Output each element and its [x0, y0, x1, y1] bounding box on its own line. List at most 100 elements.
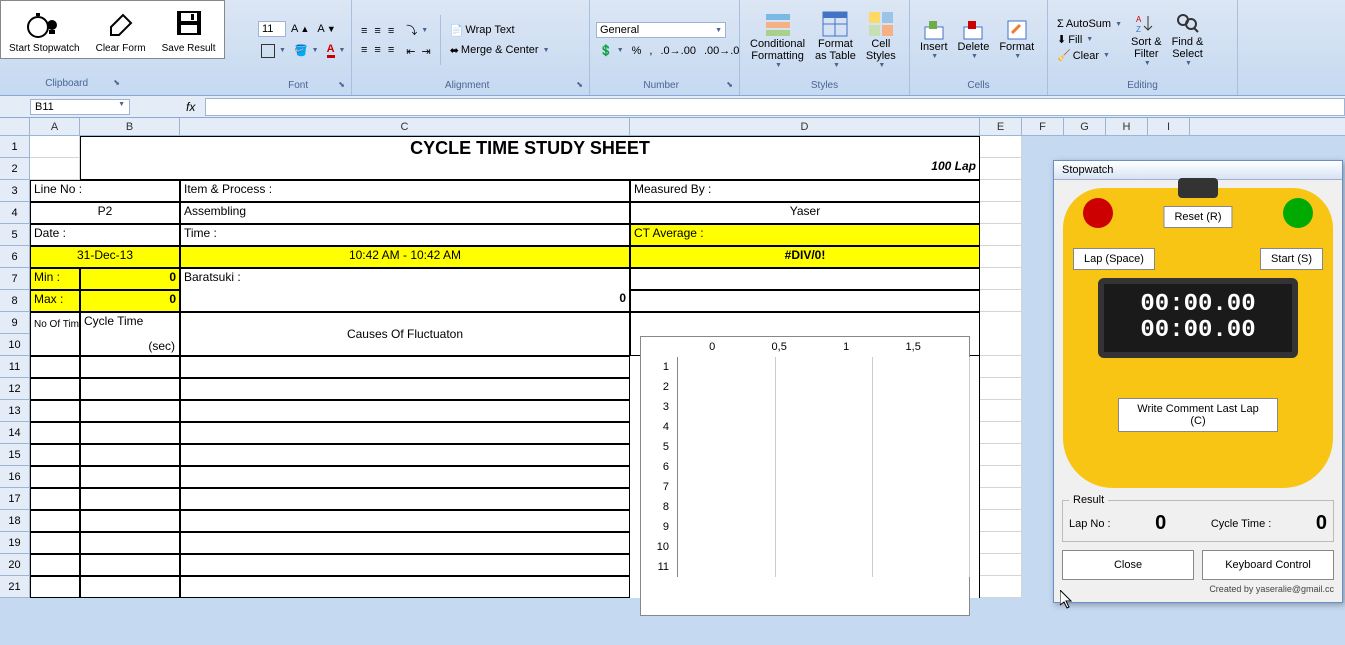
row-header[interactable]: 10 [0, 334, 30, 356]
data-cell[interactable] [80, 400, 180, 422]
name-box[interactable]: B11▼ [30, 99, 130, 115]
format-as-table-button[interactable]: Format as Table▼ [811, 8, 860, 72]
data-cell[interactable] [80, 554, 180, 576]
data-cell[interactable] [30, 576, 80, 598]
font-dialog-launcher[interactable]: ⬊ [338, 80, 345, 89]
data-cell[interactable] [80, 576, 180, 598]
reset-button[interactable]: Reset (R) [1163, 206, 1232, 228]
select-all-corner[interactable] [0, 118, 30, 135]
data-cell[interactable] [180, 378, 630, 400]
date-value[interactable]: 31-Dec-13 [30, 246, 180, 268]
data-cell[interactable] [180, 554, 630, 576]
data-cell[interactable] [980, 488, 1022, 510]
column-header[interactable]: E [980, 118, 1022, 135]
sort-filter-button[interactable]: AZ Sort & Filter▼ [1127, 10, 1166, 70]
comma-format-button[interactable]: , [646, 43, 655, 58]
column-header[interactable]: A [30, 118, 80, 135]
merge-center-button[interactable]: ⬌ Merge & Center▼ [447, 43, 553, 58]
data-cell[interactable] [980, 378, 1022, 400]
start-button[interactable]: Start (S) [1260, 248, 1323, 270]
row-header[interactable]: 14 [0, 422, 30, 444]
row-header[interactable]: 3 [0, 180, 30, 202]
conditional-formatting-button[interactable]: Conditional Formatting▼ [746, 8, 809, 72]
row-header[interactable]: 8 [0, 290, 30, 312]
write-comment-button[interactable]: Write Comment Last Lap (C) [1118, 398, 1278, 432]
data-cell[interactable] [80, 356, 180, 378]
data-cell[interactable] [30, 444, 80, 466]
data-cell[interactable] [30, 554, 80, 576]
row-header[interactable]: 1 [0, 136, 30, 158]
align-middle-button[interactable]: ≡ [371, 24, 383, 38]
column-header[interactable]: F [1022, 118, 1064, 135]
column-header[interactable]: D [630, 118, 980, 135]
column-header[interactable]: H [1106, 118, 1148, 135]
format-cells-button[interactable]: Format▼ [995, 17, 1038, 63]
formula-input[interactable] [205, 98, 1345, 116]
align-top-button[interactable]: ≡ [358, 24, 370, 38]
lap-button[interactable]: Lap (Space) [1073, 248, 1155, 270]
data-cell[interactable] [180, 488, 630, 510]
column-header[interactable]: C [180, 118, 630, 135]
data-cell[interactable] [180, 422, 630, 444]
clear-button[interactable]: 🧹 Clear▼ [1054, 48, 1125, 63]
worksheet[interactable]: CYCLE TIME STUDY SHEET 100 Lap Line No :… [30, 136, 1022, 598]
data-cell[interactable] [180, 510, 630, 532]
clipboard-dialog-launcher[interactable]: ⬊ [113, 78, 120, 87]
number-format-select[interactable]: General▼ [596, 22, 726, 38]
decrease-font-button[interactable]: A▼ [314, 21, 338, 37]
data-cell[interactable] [180, 576, 630, 598]
embedded-chart[interactable]: 00,511,5 1234567891011 [640, 336, 970, 616]
row-header[interactable]: 21 [0, 576, 30, 598]
data-cell[interactable] [30, 378, 80, 400]
data-cell[interactable] [30, 400, 80, 422]
row-header[interactable]: 2 [0, 158, 30, 180]
row-header[interactable]: 11 [0, 356, 30, 378]
borders-button[interactable]: ▼ [258, 42, 289, 59]
row-header[interactable]: 4 [0, 202, 30, 224]
start-stopwatch-button[interactable]: Start Stopwatch [1, 1, 88, 58]
data-cell[interactable] [80, 422, 180, 444]
font-size-input[interactable]: 11 [258, 21, 286, 37]
cell-styles-button[interactable]: Cell Styles▼ [862, 8, 900, 72]
data-cell[interactable] [980, 422, 1022, 444]
column-header[interactable]: G [1064, 118, 1106, 135]
autosum-button[interactable]: Σ AutoSum▼ [1054, 17, 1125, 31]
data-cell[interactable] [980, 400, 1022, 422]
data-cell[interactable] [80, 378, 180, 400]
data-cell[interactable] [30, 466, 80, 488]
clear-form-button[interactable]: Clear Form [88, 1, 154, 58]
row-header[interactable]: 18 [0, 510, 30, 532]
row-header[interactable]: 13 [0, 400, 30, 422]
wrap-text-button[interactable]: 📄 Wrap Text [447, 23, 553, 38]
row-header[interactable]: 7 [0, 268, 30, 290]
data-cell[interactable] [30, 510, 80, 532]
data-cell[interactable] [980, 466, 1022, 488]
fill-button[interactable]: ⬇ Fill▼ [1054, 32, 1125, 47]
data-cell[interactable] [980, 532, 1022, 554]
data-cell[interactable] [80, 510, 180, 532]
align-left-button[interactable]: ≡ [358, 43, 370, 57]
delete-cells-button[interactable]: Delete▼ [954, 17, 994, 63]
find-select-button[interactable]: Find & Select▼ [1168, 10, 1208, 70]
data-cell[interactable] [30, 488, 80, 510]
data-cell[interactable] [180, 356, 630, 378]
data-cell[interactable] [980, 576, 1022, 598]
data-cell[interactable] [180, 444, 630, 466]
data-cell[interactable] [180, 400, 630, 422]
row-header[interactable]: 19 [0, 532, 30, 554]
data-cell[interactable] [180, 532, 630, 554]
close-button[interactable]: Close [1062, 550, 1194, 580]
data-cell[interactable] [30, 356, 80, 378]
row-header[interactable]: 6 [0, 246, 30, 268]
data-cell[interactable] [980, 356, 1022, 378]
row-header[interactable]: 17 [0, 488, 30, 510]
data-cell[interactable] [30, 532, 80, 554]
increase-indent-button[interactable]: ⇥ [418, 44, 433, 59]
accounting-format-button[interactable]: 💲▼ [596, 43, 627, 58]
data-cell[interactable] [980, 554, 1022, 576]
item-process-value[interactable]: Assembling [180, 202, 630, 224]
row-header[interactable]: 20 [0, 554, 30, 576]
row-header[interactable]: 12 [0, 378, 30, 400]
keyboard-control-button[interactable]: Keyboard Control [1202, 550, 1334, 580]
decrease-indent-button[interactable]: ⇤ [403, 44, 418, 59]
